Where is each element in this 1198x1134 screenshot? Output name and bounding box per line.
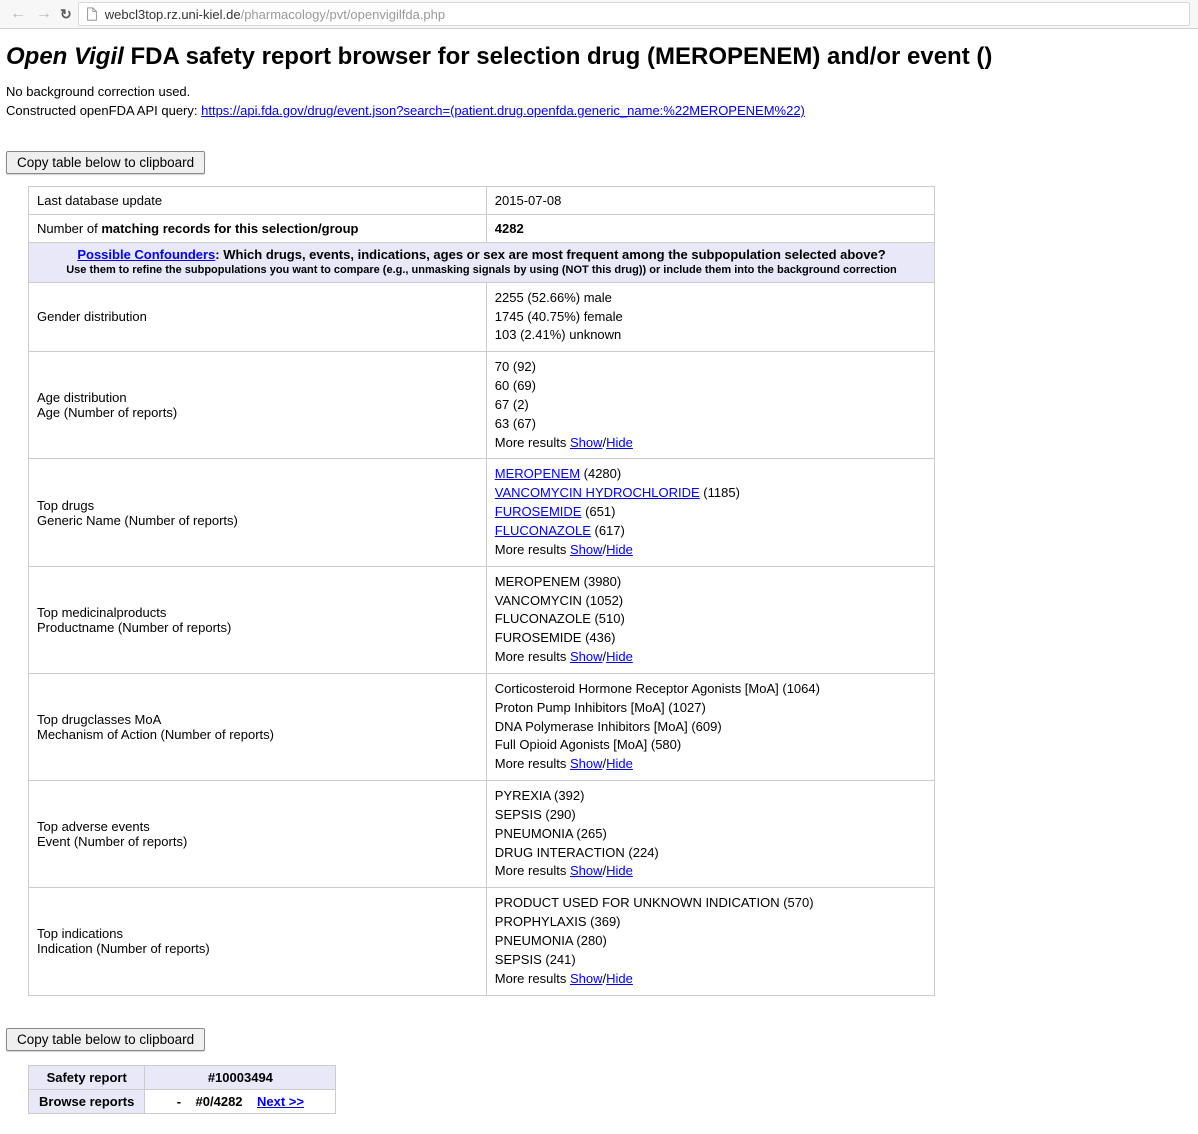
intro-text: No background correction used. Construct… <box>6 83 1192 121</box>
address-bar[interactable]: webcl3top.rz.uni-kiel.de/pharmacology/pv… <box>78 2 1190 26</box>
show-link[interactable]: Show <box>570 863 603 878</box>
last-update-label: Last database update <box>29 186 487 214</box>
copy-table-button-top[interactable]: Copy table below to clipboard <box>6 151 205 174</box>
medprod-label: Top medicinalproductsProductname (Number… <box>29 566 487 673</box>
api-query-link[interactable]: https://api.fda.gov/drug/event.json?sear… <box>201 103 805 118</box>
show-link[interactable]: Show <box>570 542 603 557</box>
drugclass-values: Corticosteroid Hormone Receptor Agonists… <box>486 673 934 780</box>
safety-report-id: #10003494 <box>145 1065 336 1089</box>
topdrugs-values: MEROPENEM (4280)VANCOMYCIN HYDROCHLORIDE… <box>486 459 934 566</box>
indications-values: PRODUCT USED FOR UNKNOWN INDICATION (570… <box>486 888 934 995</box>
age-values: 70 (92)60 (69)67 (2)63 (67)More results … <box>486 352 934 459</box>
safety-report-label: Safety report <box>29 1065 145 1089</box>
hide-link[interactable]: Hide <box>606 971 633 986</box>
events-values: PYREXIA (392)SEPSIS (290)PNEUMONIA (265)… <box>486 781 934 888</box>
drug-link[interactable]: MEROPENEM <box>495 466 580 481</box>
hide-link[interactable]: Hide <box>606 435 633 450</box>
safety-report-table: Safety report #10003494 Browse reports -… <box>28 1065 336 1114</box>
hide-link[interactable]: Hide <box>606 756 633 771</box>
browse-reports-label: Browse reports <box>29 1089 145 1113</box>
summary-table: Last database update 2015-07-08 Number o… <box>28 186 935 996</box>
browse-reports-nav: - #0/4282 Next >> <box>145 1089 336 1113</box>
browser-toolbar: ← → ↻ webcl3top.rz.uni-kiel.de/pharmacol… <box>0 0 1198 29</box>
last-update-value: 2015-07-08 <box>486 186 934 214</box>
reload-button[interactable]: ↻ <box>60 6 72 23</box>
age-label: Age distributionAge (Number of reports) <box>29 352 487 459</box>
confounders-header: Possible Confounders: Which drugs, event… <box>29 242 935 282</box>
show-link[interactable]: Show <box>570 649 603 664</box>
indications-label: Top indicationsIndication (Number of rep… <box>29 888 487 995</box>
hide-link[interactable]: Hide <box>606 863 633 878</box>
page-icon <box>85 7 99 21</box>
url-text: webcl3top.rz.uni-kiel.de/pharmacology/pv… <box>105 7 445 22</box>
drug-link[interactable]: VANCOMYCIN HYDROCHLORIDE <box>495 485 700 500</box>
gender-values: 2255 (52.66%) male1745 (40.75%) female10… <box>486 282 934 352</box>
copy-table-button-bottom[interactable]: Copy table below to clipboard <box>6 1028 205 1051</box>
matching-records-label: Number of matching records for this sele… <box>29 214 487 242</box>
gender-label: Gender distribution <box>29 282 487 352</box>
hide-link[interactable]: Hide <box>606 649 633 664</box>
drug-link[interactable]: FUROSEMIDE <box>495 504 582 519</box>
topdrugs-label: Top drugsGeneric Name (Number of reports… <box>29 459 487 566</box>
hide-link[interactable]: Hide <box>606 542 633 557</box>
drugclass-label: Top drugclasses MoAMechanism of Action (… <box>29 673 487 780</box>
events-label: Top adverse eventsEvent (Number of repor… <box>29 781 487 888</box>
page-title: Open Vigil FDA safety report browser for… <box>6 43 1192 71</box>
possible-confounders-link[interactable]: Possible Confounders <box>77 247 215 262</box>
drug-link[interactable]: FLUCONAZOLE <box>495 523 591 538</box>
show-link[interactable]: Show <box>570 435 603 450</box>
show-link[interactable]: Show <box>570 971 603 986</box>
show-link[interactable]: Show <box>570 756 603 771</box>
next-link[interactable]: Next >> <box>257 1094 304 1109</box>
back-button[interactable]: ← <box>8 6 28 22</box>
matching-records-value: 4282 <box>486 214 934 242</box>
medprod-values: MEROPENEM (3980)VANCOMYCIN (1052)FLUCONA… <box>486 566 934 673</box>
forward-button[interactable]: → <box>34 6 54 22</box>
